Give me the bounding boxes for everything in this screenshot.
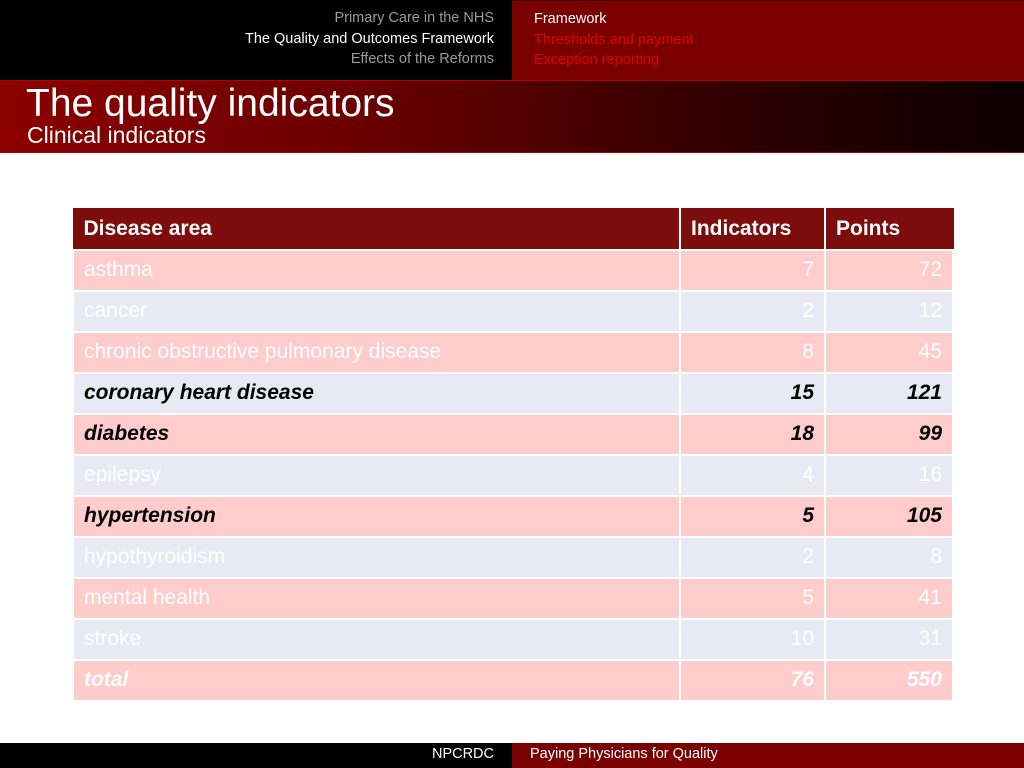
section-link-primary-care[interactable]: Primary Care in the NHS bbox=[245, 8, 494, 29]
title-band: The quality indicators Clinical indicato… bbox=[0, 80, 1024, 153]
indicators-cell: 5 bbox=[679, 576, 826, 620]
table-row: stroke 10 31 bbox=[72, 617, 954, 661]
table-row: mental health 5 41 bbox=[72, 576, 954, 620]
disease-area-cell: stroke bbox=[72, 617, 681, 661]
disease-area-cell: diabetes bbox=[72, 412, 681, 456]
topic-link-framework[interactable]: Framework bbox=[534, 9, 694, 30]
table-row: coronary heart disease 15 121 bbox=[72, 371, 954, 415]
indicators-cell: 18 bbox=[679, 412, 826, 456]
table-row: asthma 7 72 bbox=[72, 248, 954, 292]
points-cell: 72 bbox=[824, 248, 954, 292]
total-label-cell: total bbox=[72, 658, 681, 702]
indicators-cell: 10 bbox=[679, 617, 826, 661]
footer-right-panel: Paying Physicians for Quality bbox=[512, 743, 1024, 768]
disease-area-cell: mental health bbox=[72, 576, 681, 620]
clinical-indicators-table: Disease area Indicators Points asthma 7 … bbox=[72, 208, 954, 702]
column-header-disease-area: Disease area bbox=[72, 208, 681, 251]
table-row: hypothyroidism 2 8 bbox=[72, 535, 954, 579]
slide-title: The quality indicators bbox=[26, 82, 395, 125]
table-row: cancer 2 12 bbox=[72, 289, 954, 333]
indicators-cell: 2 bbox=[679, 535, 826, 579]
slide-subtitle: Clinical indicators bbox=[27, 122, 206, 148]
total-indicators-cell: 76 bbox=[679, 658, 826, 702]
table-row: chronic obstructive pulmonary disease 8 … bbox=[72, 330, 954, 374]
indicators-cell: 2 bbox=[679, 289, 826, 333]
section-link-qof[interactable]: The Quality and Outcomes Framework bbox=[245, 29, 494, 50]
column-header-points: Points bbox=[824, 208, 954, 251]
column-header-indicators: Indicators bbox=[679, 208, 826, 251]
total-points-cell: 550 bbox=[824, 658, 954, 702]
top-navigation: Primary Care in the NHS The Quality and … bbox=[0, 0, 1024, 80]
points-cell: 16 bbox=[824, 453, 954, 497]
indicators-cell: 7 bbox=[679, 248, 826, 292]
footer-organisation: NPCRDC bbox=[431, 746, 494, 762]
disease-area-cell: chronic obstructive pulmonary disease bbox=[72, 330, 681, 374]
disease-area-cell: cancer bbox=[72, 289, 681, 333]
points-cell: 99 bbox=[824, 412, 954, 456]
disease-area-cell: hypertension bbox=[72, 494, 681, 538]
points-cell: 31 bbox=[824, 617, 954, 661]
table-row: hypertension 5 105 bbox=[72, 494, 954, 538]
points-cell: 105 bbox=[824, 494, 954, 538]
table-header-row: Disease area Indicators Points bbox=[72, 208, 954, 251]
topic-nav-panel: Framework Thresholds and payment Excepti… bbox=[512, 0, 1024, 80]
indicators-cell: 15 bbox=[679, 371, 826, 415]
topic-nav-list: Framework Thresholds and payment Excepti… bbox=[534, 9, 694, 71]
section-nav-list: Primary Care in the NHS The Quality and … bbox=[245, 8, 494, 70]
section-link-effects[interactable]: Effects of the Reforms bbox=[245, 49, 494, 70]
points-cell: 41 bbox=[824, 576, 954, 620]
topic-link-exception-reporting[interactable]: Exception reporting bbox=[534, 50, 694, 71]
footer-bar: NPCRDC Paying Physicians for Quality bbox=[0, 743, 1024, 768]
table-row: epilepsy 4 16 bbox=[72, 453, 954, 497]
points-cell: 121 bbox=[824, 371, 954, 415]
section-nav-panel: Primary Care in the NHS The Quality and … bbox=[0, 0, 512, 80]
points-cell: 8 bbox=[824, 535, 954, 579]
topic-link-thresholds[interactable]: Thresholds and payment bbox=[534, 30, 694, 51]
indicators-cell: 8 bbox=[679, 330, 826, 374]
points-cell: 12 bbox=[824, 289, 954, 333]
disease-area-cell: hypothyroidism bbox=[72, 535, 681, 579]
disease-area-cell: coronary heart disease bbox=[72, 371, 681, 415]
points-cell: 45 bbox=[824, 330, 954, 374]
disease-area-cell: epilepsy bbox=[72, 453, 681, 497]
indicators-cell: 4 bbox=[679, 453, 826, 497]
footer-presentation-title: Paying Physicians for Quality bbox=[530, 746, 718, 762]
disease-area-cell: asthma bbox=[72, 248, 681, 292]
indicators-cell: 5 bbox=[679, 494, 826, 538]
footer-left-panel: NPCRDC bbox=[0, 743, 512, 768]
table-row: diabetes 18 99 bbox=[72, 412, 954, 456]
table-total-row: total 76 550 bbox=[72, 658, 954, 702]
